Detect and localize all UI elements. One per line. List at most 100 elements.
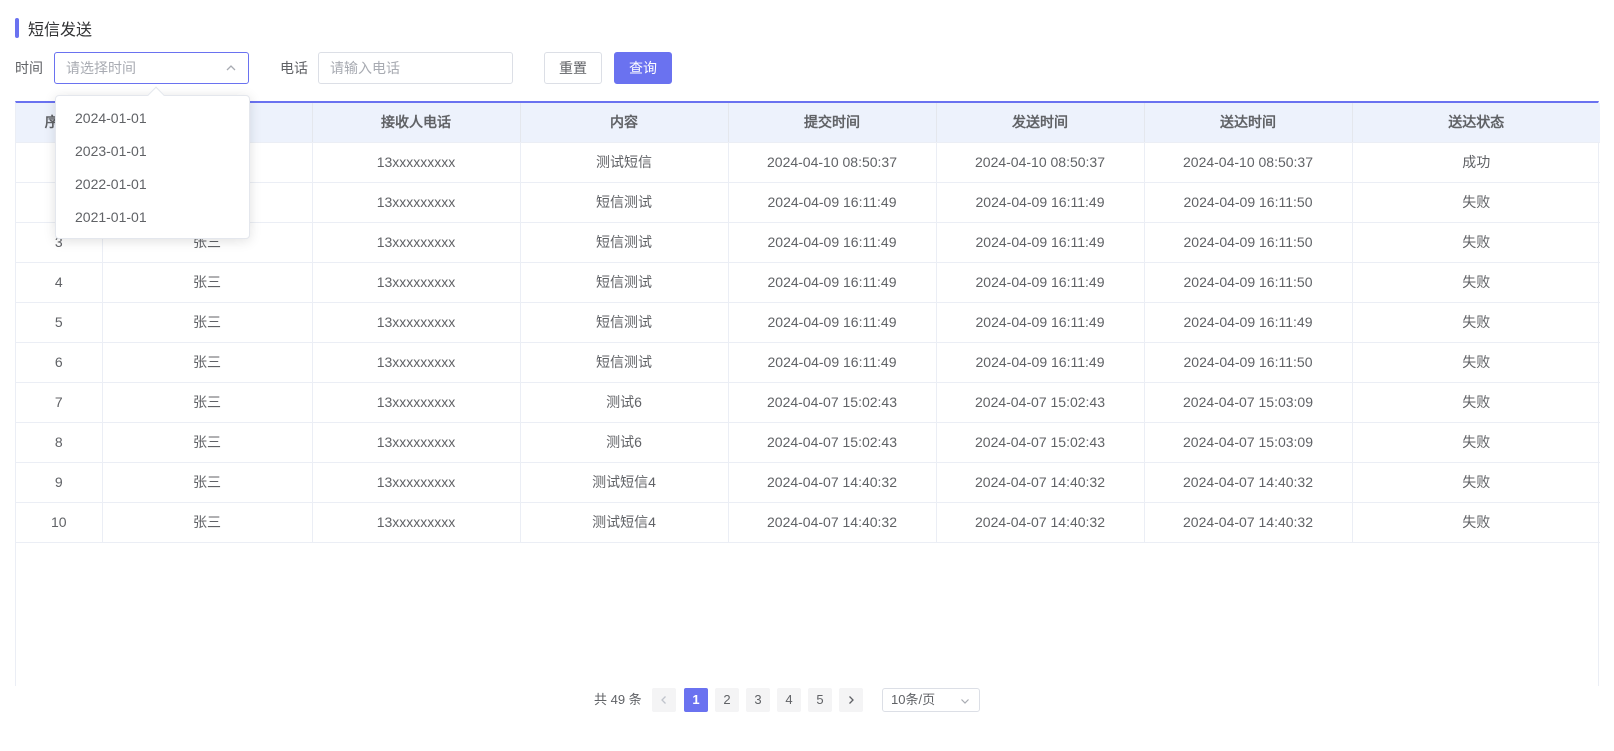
cell-recipient: 张三 (102, 422, 313, 463)
chevron-right-icon (849, 696, 854, 704)
cell-recipient: 张三 (102, 382, 313, 423)
cell-index: 4 (16, 262, 103, 303)
cell-phone: 13xxxxxxxxx (312, 142, 521, 183)
cell-status: 失败 (1352, 342, 1600, 383)
cell-content: 测试6 (520, 422, 729, 463)
cell-status: 失败 (1352, 262, 1600, 303)
prev-page-button[interactable] (652, 688, 676, 712)
phone-label: 电话 (280, 60, 308, 76)
page-size-value: 10条/页 (891, 692, 936, 707)
cell-submit-time: 2024-04-09 16:11:49 (728, 182, 937, 223)
next-page-button[interactable] (839, 688, 863, 712)
cell-status: 失败 (1352, 222, 1600, 263)
table-row: 1张三13xxxxxxxxx测试短信2024-04-10 08:50:37202… (16, 142, 1600, 183)
table-row: 6 张三 13xxxxxxxxx 短信测试 2024-04-09 16:11:49 202… (16, 342, 1600, 383)
cell-submit-time: 2024-04-07 15:02:43 (728, 422, 937, 463)
cell-send-time: 2024-04-07 14:40:32 (936, 462, 1145, 503)
table-row: 9 张三 13xxxxxxxxx 测试短信4 2024-04-07 14:40:32 20… (16, 462, 1600, 503)
dropdown-option[interactable]: 2022-01-01 (56, 168, 249, 201)
cell-phone: 13xxxxxxxxx (312, 382, 521, 423)
table-header-row: 序号接收人接收人电话内容提交时间发送时间送达时间送达状态 (16, 103, 1600, 143)
time-dropdown: 2024-01-01 2023-01-01 2022-01-01 2021-01… (55, 86, 250, 239)
cell-submit-time: 2024-04-07 15:02:43 (728, 382, 937, 423)
cell-recipient: 张三 (102, 302, 313, 343)
cell-submit-time: 2024-04-09 16:11:49 (728, 222, 937, 263)
query-button[interactable]: 查询 (614, 52, 672, 84)
cell-send-time: 2024-04-09 16:11:49 (936, 302, 1145, 343)
cell-status: 失败 (1352, 302, 1600, 343)
dropdown-option[interactable]: 2024-01-01 (56, 102, 249, 135)
cell-index: 10 (16, 502, 103, 543)
column-header: 接收人电话 (312, 103, 521, 143)
page-button-3[interactable]: 3 (746, 688, 770, 712)
cell-send-time: 2024-04-07 14:40:32 (936, 502, 1145, 543)
table-row: 4 张三 13xxxxxxxxx 短信测试 2024-04-09 16:11:49 202… (16, 262, 1600, 303)
time-label: 时间 (15, 60, 43, 76)
time-select-placeholder: 请选择时间 (66, 60, 136, 76)
page-size-select[interactable]: 10条/页 (882, 688, 980, 712)
cell-content: 短信测试 (520, 262, 729, 303)
cell-phone: 13xxxxxxxxx (312, 342, 521, 383)
dropdown-option[interactable]: 2021-01-01 (56, 201, 249, 234)
cell-status: 失败 (1352, 422, 1600, 463)
cell-send-time: 2024-04-09 16:11:49 (936, 262, 1145, 303)
title-accent-bar (15, 18, 19, 38)
sms-table: 序号接收人接收人电话内容提交时间发送时间送达时间送达状态 1张三13xxxxxx… (15, 101, 1600, 686)
cell-content: 测试短信 (520, 142, 729, 183)
pagination: 共 49 条 1 2 3 4 5 10条/页 (594, 688, 994, 712)
cell-content: 短信测试 (520, 302, 729, 343)
page-title-text: 短信发送 (28, 22, 93, 39)
cell-delivery-time: 2024-04-09 16:11:50 (1144, 222, 1353, 263)
cell-content: 短信测试 (520, 182, 729, 223)
cell-status: 失败 (1352, 382, 1600, 423)
cell-recipient: 张三 (102, 502, 313, 543)
cell-delivery-time: 2024-04-07 14:40:32 (1144, 502, 1353, 543)
cell-status: 失败 (1352, 182, 1600, 223)
table-row: 8 张三 13xxxxxxxxx 测试6 2024-04-07 15:02:43 2024… (16, 422, 1600, 463)
cell-delivery-time: 2024-04-09 16:11:50 (1144, 342, 1353, 383)
column-header: 送达状态 (1352, 103, 1600, 143)
cell-submit-time: 2024-04-07 14:40:32 (728, 462, 937, 503)
cell-delivery-time: 2024-04-07 14:40:32 (1144, 462, 1353, 503)
cell-index: 6 (16, 342, 103, 383)
dropdown-caret (147, 86, 165, 104)
cell-submit-time: 2024-04-10 08:50:37 (728, 142, 937, 183)
cell-phone: 13xxxxxxxxx (312, 462, 521, 503)
cell-delivery-time: 2024-04-09 16:11:50 (1144, 262, 1353, 303)
cell-index: 7 (16, 382, 103, 423)
dropdown-option[interactable]: 2023-01-01 (56, 135, 249, 168)
page-button-1[interactable]: 1 (684, 688, 708, 712)
cell-submit-time: 2024-04-09 16:11:49 (728, 342, 937, 383)
cell-phone: 13xxxxxxxxx (312, 422, 521, 463)
cell-send-time: 2024-04-07 15:02:43 (936, 382, 1145, 423)
phone-input[interactable]: 请输入电话 (318, 52, 513, 84)
cell-delivery-time: 2024-04-09 16:11:49 (1144, 302, 1353, 343)
page-button-5[interactable]: 5 (808, 688, 832, 712)
page-title: 短信发送 (15, 17, 92, 39)
cell-recipient: 张三 (102, 462, 313, 503)
cell-delivery-time: 2024-04-10 08:50:37 (1144, 142, 1353, 183)
cell-status: 失败 (1352, 502, 1600, 543)
cell-send-time: 2024-04-07 15:02:43 (936, 422, 1145, 463)
table-body: 1张三13xxxxxxxxx测试短信2024-04-10 08:50:37202… (16, 142, 1600, 543)
column-header: 提交时间 (728, 103, 937, 143)
cell-phone: 13xxxxxxxxx (312, 222, 521, 263)
time-select[interactable]: 请选择时间 (54, 52, 249, 84)
reset-button[interactable]: 重置 (544, 52, 602, 84)
cell-content: 测试6 (520, 382, 729, 423)
chevron-down-icon (959, 694, 971, 706)
page-button-4[interactable]: 4 (777, 688, 801, 712)
cell-content: 测试短信4 (520, 502, 729, 543)
cell-submit-time: 2024-04-09 16:11:49 (728, 302, 937, 343)
cell-phone: 13xxxxxxxxx (312, 302, 521, 343)
cell-index: 5 (16, 302, 103, 343)
table-row: 3 张三 13xxxxxxxxx 短信测试 2024-04-09 16:11:49 202… (16, 222, 1600, 263)
cell-delivery-time: 2024-04-07 15:03:09 (1144, 382, 1353, 423)
table-row: 2张三13xxxxxxxxx短信测试2024-04-09 16:11:49202… (16, 182, 1600, 223)
column-header: 发送时间 (936, 103, 1145, 143)
cell-submit-time: 2024-04-07 14:40:32 (728, 502, 937, 543)
phone-input-placeholder: 请输入电话 (330, 60, 400, 76)
page-button-2[interactable]: 2 (715, 688, 739, 712)
cell-content: 短信测试 (520, 222, 729, 263)
cell-index: 9 (16, 462, 103, 503)
